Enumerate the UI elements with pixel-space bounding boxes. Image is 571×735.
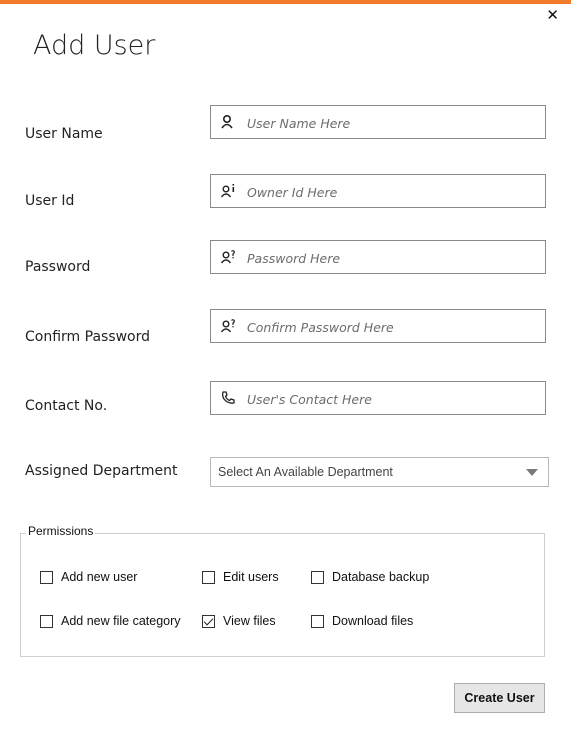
confirm-password-field[interactable] (210, 309, 546, 344)
perm-label: Add new file category (61, 614, 181, 628)
contact-field[interactable] (210, 381, 546, 416)
user-icon (221, 114, 233, 129)
password-field[interactable] (210, 240, 546, 275)
password-input[interactable] (245, 241, 539, 275)
perm-view-files[interactable]: View files (202, 614, 276, 628)
perm-add-new-user[interactable]: Add new user (40, 570, 137, 584)
password-label: Password (25, 259, 91, 275)
checkbox[interactable] (40, 570, 53, 584)
user-id-label: User Id (25, 193, 75, 209)
user-name-label: User Name (25, 126, 103, 142)
phone-icon (222, 391, 235, 404)
dialog-title: Add User (33, 30, 156, 61)
perm-label: View files (223, 614, 276, 628)
create-user-button[interactable]: Create User (454, 683, 545, 713)
chevron-down-icon[interactable] (526, 469, 538, 476)
checkbox[interactable] (202, 570, 215, 584)
contact-input[interactable] (245, 382, 539, 416)
confirm-password-label: Confirm Password (25, 329, 151, 345)
department-selected-value: Select An Available Department (218, 465, 393, 479)
department-select[interactable]: Select An Available Department (210, 457, 549, 487)
perm-download-files[interactable]: Download files (311, 614, 413, 628)
user-id-input[interactable] (245, 175, 539, 209)
contact-no-label: Contact No. (25, 398, 108, 414)
perm-label: Download files (332, 614, 414, 628)
permissions-group (20, 533, 545, 657)
user-name-field[interactable] (210, 105, 546, 140)
confirm-password-input[interactable] (245, 310, 539, 344)
checkbox[interactable] (40, 614, 53, 628)
permissions-title: Permissions (26, 524, 96, 538)
perm-label: Database backup (332, 570, 430, 584)
user-key-icon (220, 319, 235, 333)
department-label: Assigned Department (25, 463, 178, 479)
user-id-field[interactable] (210, 174, 546, 209)
checkbox[interactable] (311, 614, 324, 628)
user-key-icon (220, 250, 235, 264)
perm-add-file-category[interactable]: Add new file category (40, 614, 181, 628)
user-info-icon (220, 184, 235, 198)
checkbox-checked[interactable] (202, 614, 215, 628)
perm-label: Add new user (61, 570, 138, 584)
perm-database-backup[interactable]: Database backup (311, 570, 429, 584)
checkbox[interactable] (311, 570, 324, 584)
perm-edit-users[interactable]: Edit users (202, 570, 279, 584)
close-icon[interactable]: ✕ (546, 8, 559, 23)
perm-label: Edit users (223, 570, 279, 584)
window-accent-bar (0, 0, 571, 4)
user-name-input[interactable] (245, 106, 539, 140)
